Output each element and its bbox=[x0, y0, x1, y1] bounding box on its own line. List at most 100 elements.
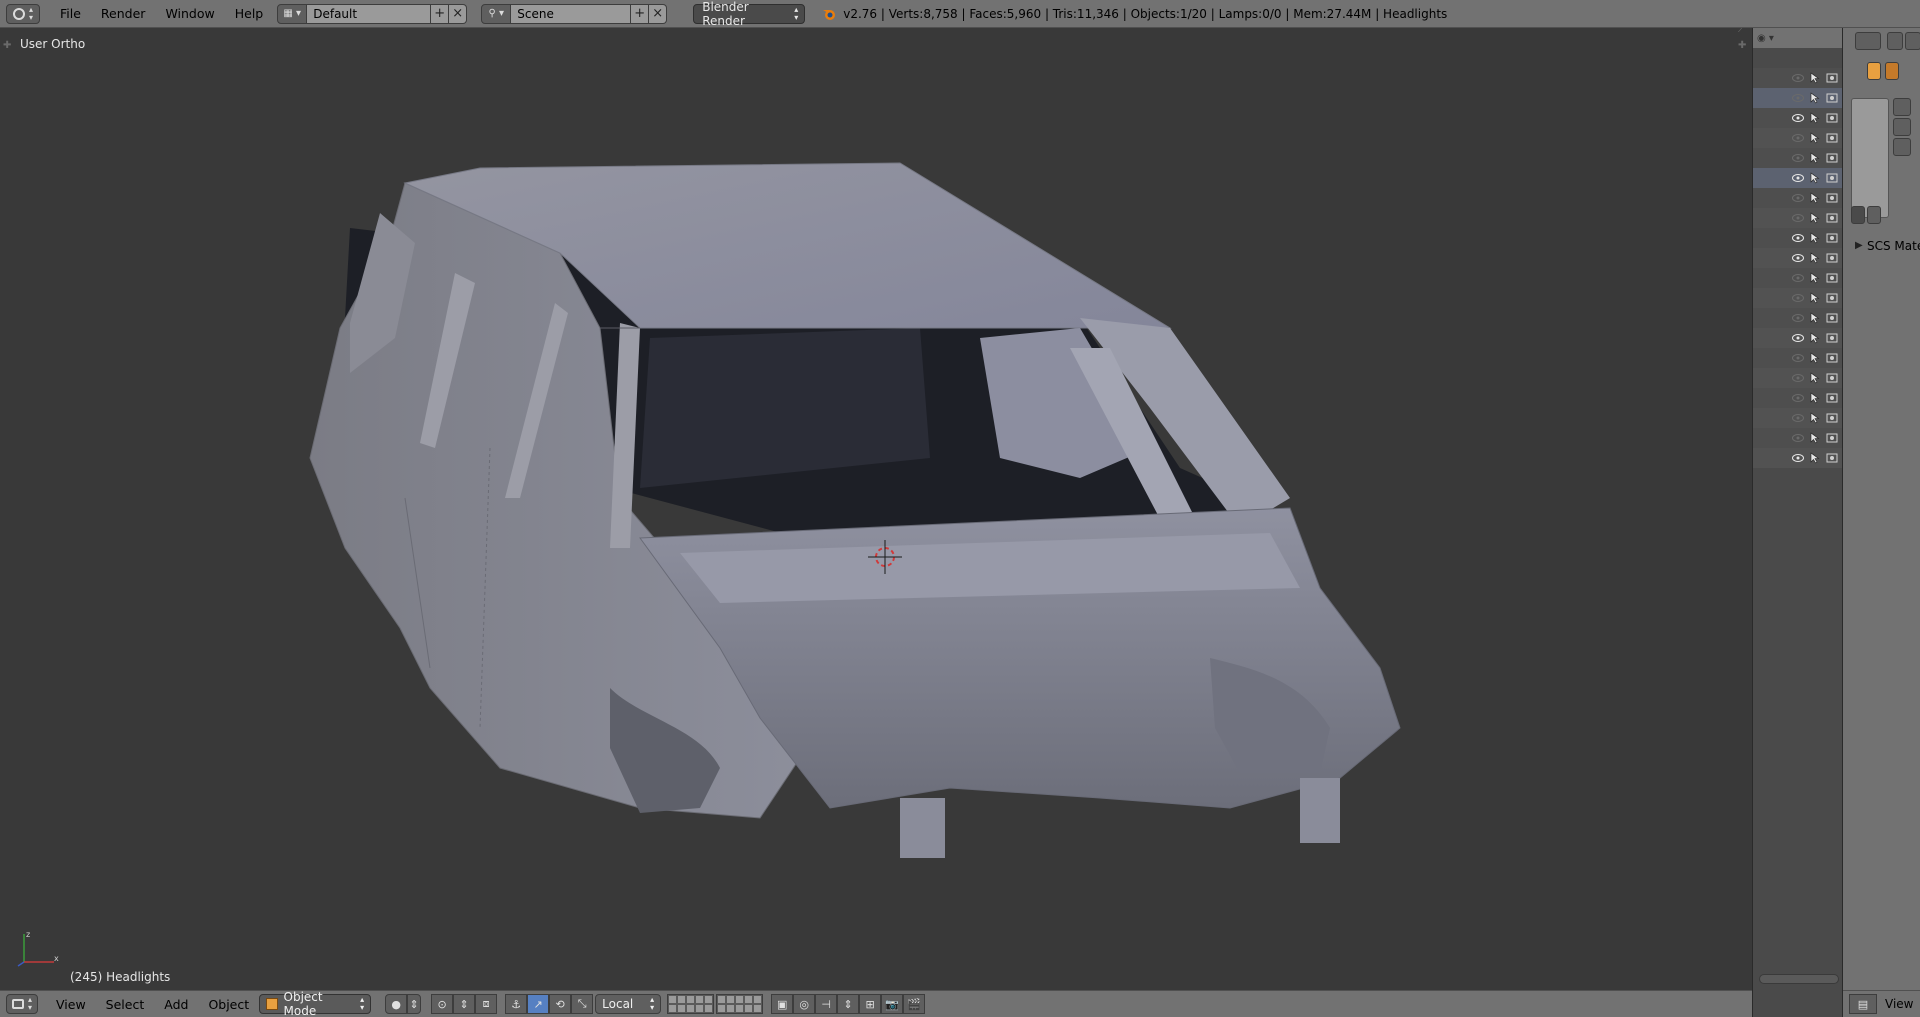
scs-material-panel-label[interactable]: SCS Mate bbox=[1867, 239, 1920, 253]
render-still-icon[interactable]: 📷 bbox=[881, 994, 904, 1014]
object-icon[interactable] bbox=[1867, 62, 1881, 80]
selectability-cursor-icon[interactable] bbox=[1810, 172, 1820, 184]
scale-manipulator-icon[interactable]: ⤡ bbox=[571, 994, 594, 1014]
outliner-row[interactable] bbox=[1753, 208, 1842, 228]
visibility-eye-icon[interactable] bbox=[1792, 134, 1804, 142]
selectability-cursor-icon[interactable] bbox=[1810, 392, 1820, 404]
outliner-row[interactable] bbox=[1753, 228, 1842, 248]
visibility-eye-icon[interactable] bbox=[1792, 254, 1804, 262]
pin-icon[interactable] bbox=[1851, 62, 1865, 80]
add-scene-icon[interactable]: + bbox=[631, 3, 650, 24]
renderability-camera-icon[interactable] bbox=[1826, 173, 1838, 183]
renderability-camera-icon[interactable] bbox=[1826, 293, 1838, 303]
transform-orientation-select[interactable]: Local ▴ ▾ bbox=[595, 994, 662, 1014]
renderability-camera-icon[interactable] bbox=[1826, 453, 1838, 463]
screen-layout-icon[interactable]: ▦ ▾ bbox=[277, 3, 308, 24]
renderability-camera-icon[interactable] bbox=[1826, 353, 1838, 363]
outliner-row[interactable] bbox=[1753, 68, 1842, 88]
visibility-eye-icon[interactable] bbox=[1792, 334, 1804, 342]
visibility-eye-icon[interactable] bbox=[1792, 194, 1804, 202]
visibility-eye-icon[interactable] bbox=[1792, 434, 1804, 442]
3d-cursor-icon[interactable] bbox=[868, 540, 902, 574]
visibility-eye-icon[interactable] bbox=[1792, 454, 1804, 462]
visibility-eye-icon[interactable] bbox=[1792, 314, 1804, 322]
outliner-row[interactable] bbox=[1753, 148, 1842, 168]
snap-icon[interactable]: ⊣ bbox=[815, 994, 838, 1014]
add-slot-icon[interactable] bbox=[1893, 98, 1911, 116]
selectability-cursor-icon[interactable] bbox=[1810, 432, 1820, 444]
slot-specials-icon[interactable] bbox=[1893, 138, 1911, 156]
remove-screen-icon[interactable]: × bbox=[449, 3, 468, 24]
selectability-cursor-icon[interactable] bbox=[1810, 192, 1820, 204]
menu-select[interactable]: Select bbox=[96, 997, 155, 1012]
visibility-eye-icon[interactable] bbox=[1792, 174, 1804, 182]
scene-tab-icon[interactable] bbox=[1905, 32, 1920, 50]
manipulate-center-icon[interactable]: ⧈ bbox=[475, 994, 498, 1014]
renderability-camera-icon[interactable] bbox=[1826, 313, 1838, 323]
car-body-mesh[interactable] bbox=[0, 28, 1752, 990]
renderability-camera-icon[interactable] bbox=[1826, 73, 1838, 83]
outliner-row[interactable] bbox=[1753, 348, 1842, 368]
menu-window[interactable]: Window bbox=[155, 6, 224, 21]
manipulator-toggle-icon[interactable]: ⚓ bbox=[505, 994, 528, 1014]
visibility-eye-icon[interactable] bbox=[1792, 374, 1804, 382]
outliner-row[interactable] bbox=[1753, 128, 1842, 148]
footer-view-menu[interactable]: View bbox=[1885, 997, 1913, 1011]
translate-manipulator-icon[interactable]: ↗ bbox=[527, 994, 550, 1014]
rotate-manipulator-icon[interactable]: ⟲ bbox=[549, 994, 572, 1014]
updown-arrows-icon[interactable]: ⇕ bbox=[407, 994, 422, 1014]
menu-render[interactable]: Render bbox=[91, 6, 156, 21]
renderability-camera-icon[interactable] bbox=[1826, 373, 1838, 383]
selectability-cursor-icon[interactable] bbox=[1810, 412, 1820, 424]
outliner-row[interactable] bbox=[1753, 328, 1842, 348]
renderability-camera-icon[interactable] bbox=[1826, 213, 1838, 223]
menu-file[interactable]: File bbox=[50, 6, 91, 21]
outliner-row[interactable] bbox=[1753, 448, 1842, 468]
selectability-cursor-icon[interactable] bbox=[1810, 452, 1820, 464]
visibility-eye-icon[interactable] bbox=[1792, 414, 1804, 422]
visibility-eye-icon[interactable] bbox=[1792, 74, 1804, 82]
material-slot-list[interactable] bbox=[1851, 98, 1889, 218]
visibility-eye-icon[interactable] bbox=[1792, 294, 1804, 302]
selectability-cursor-icon[interactable] bbox=[1810, 372, 1820, 384]
lock-layers-icon[interactable]: ▣ bbox=[771, 994, 794, 1014]
outliner-row[interactable] bbox=[1753, 428, 1842, 448]
outliner-row[interactable] bbox=[1753, 188, 1842, 208]
renderability-camera-icon[interactable] bbox=[1826, 273, 1838, 283]
outliner-row[interactable] bbox=[1753, 168, 1842, 188]
menu-help[interactable]: Help bbox=[225, 6, 274, 21]
menu-add[interactable]: Add bbox=[154, 997, 198, 1012]
material-icon[interactable] bbox=[1885, 62, 1899, 80]
renderability-camera-icon[interactable] bbox=[1826, 413, 1838, 423]
selectability-cursor-icon[interactable] bbox=[1810, 232, 1820, 244]
editor-type-selector[interactable]: ▴ ▾ bbox=[6, 994, 38, 1014]
selectability-cursor-icon[interactable] bbox=[1810, 252, 1820, 264]
outliner-row[interactable] bbox=[1753, 308, 1842, 328]
visibility-eye-icon[interactable] bbox=[1792, 394, 1804, 402]
renderability-camera-icon[interactable] bbox=[1826, 193, 1838, 203]
remove-scene-icon[interactable]: × bbox=[649, 3, 668, 24]
visibility-eye-icon[interactable] bbox=[1792, 114, 1804, 122]
renderability-camera-icon[interactable] bbox=[1826, 153, 1838, 163]
outliner-row[interactable] bbox=[1753, 288, 1842, 308]
outliner-editor-icon[interactable]: ◉ ▾ bbox=[1757, 33, 1774, 44]
material-preview-icon[interactable] bbox=[1851, 206, 1865, 224]
renderability-camera-icon[interactable] bbox=[1826, 253, 1838, 263]
renderability-camera-icon[interactable] bbox=[1826, 333, 1838, 343]
selectability-cursor-icon[interactable] bbox=[1810, 112, 1820, 124]
outliner-row[interactable] bbox=[1753, 248, 1842, 268]
selectability-cursor-icon[interactable] bbox=[1810, 352, 1820, 364]
menu-view[interactable]: View bbox=[46, 997, 96, 1012]
proportional-edit-icon[interactable]: ◎ bbox=[793, 994, 816, 1014]
scene-layers-group-2[interactable] bbox=[716, 994, 764, 1014]
viewport-shading-icon[interactable]: ● bbox=[385, 994, 408, 1014]
selectability-cursor-icon[interactable] bbox=[1810, 152, 1820, 164]
renderability-camera-icon[interactable] bbox=[1826, 433, 1838, 443]
renderability-camera-icon[interactable] bbox=[1826, 113, 1838, 123]
outliner-row[interactable] bbox=[1753, 268, 1842, 288]
renderability-camera-icon[interactable] bbox=[1826, 393, 1838, 403]
visibility-eye-icon[interactable] bbox=[1792, 214, 1804, 222]
renderability-camera-icon[interactable] bbox=[1826, 93, 1838, 103]
renderability-camera-icon[interactable] bbox=[1826, 133, 1838, 143]
selectability-cursor-icon[interactable] bbox=[1810, 292, 1820, 304]
